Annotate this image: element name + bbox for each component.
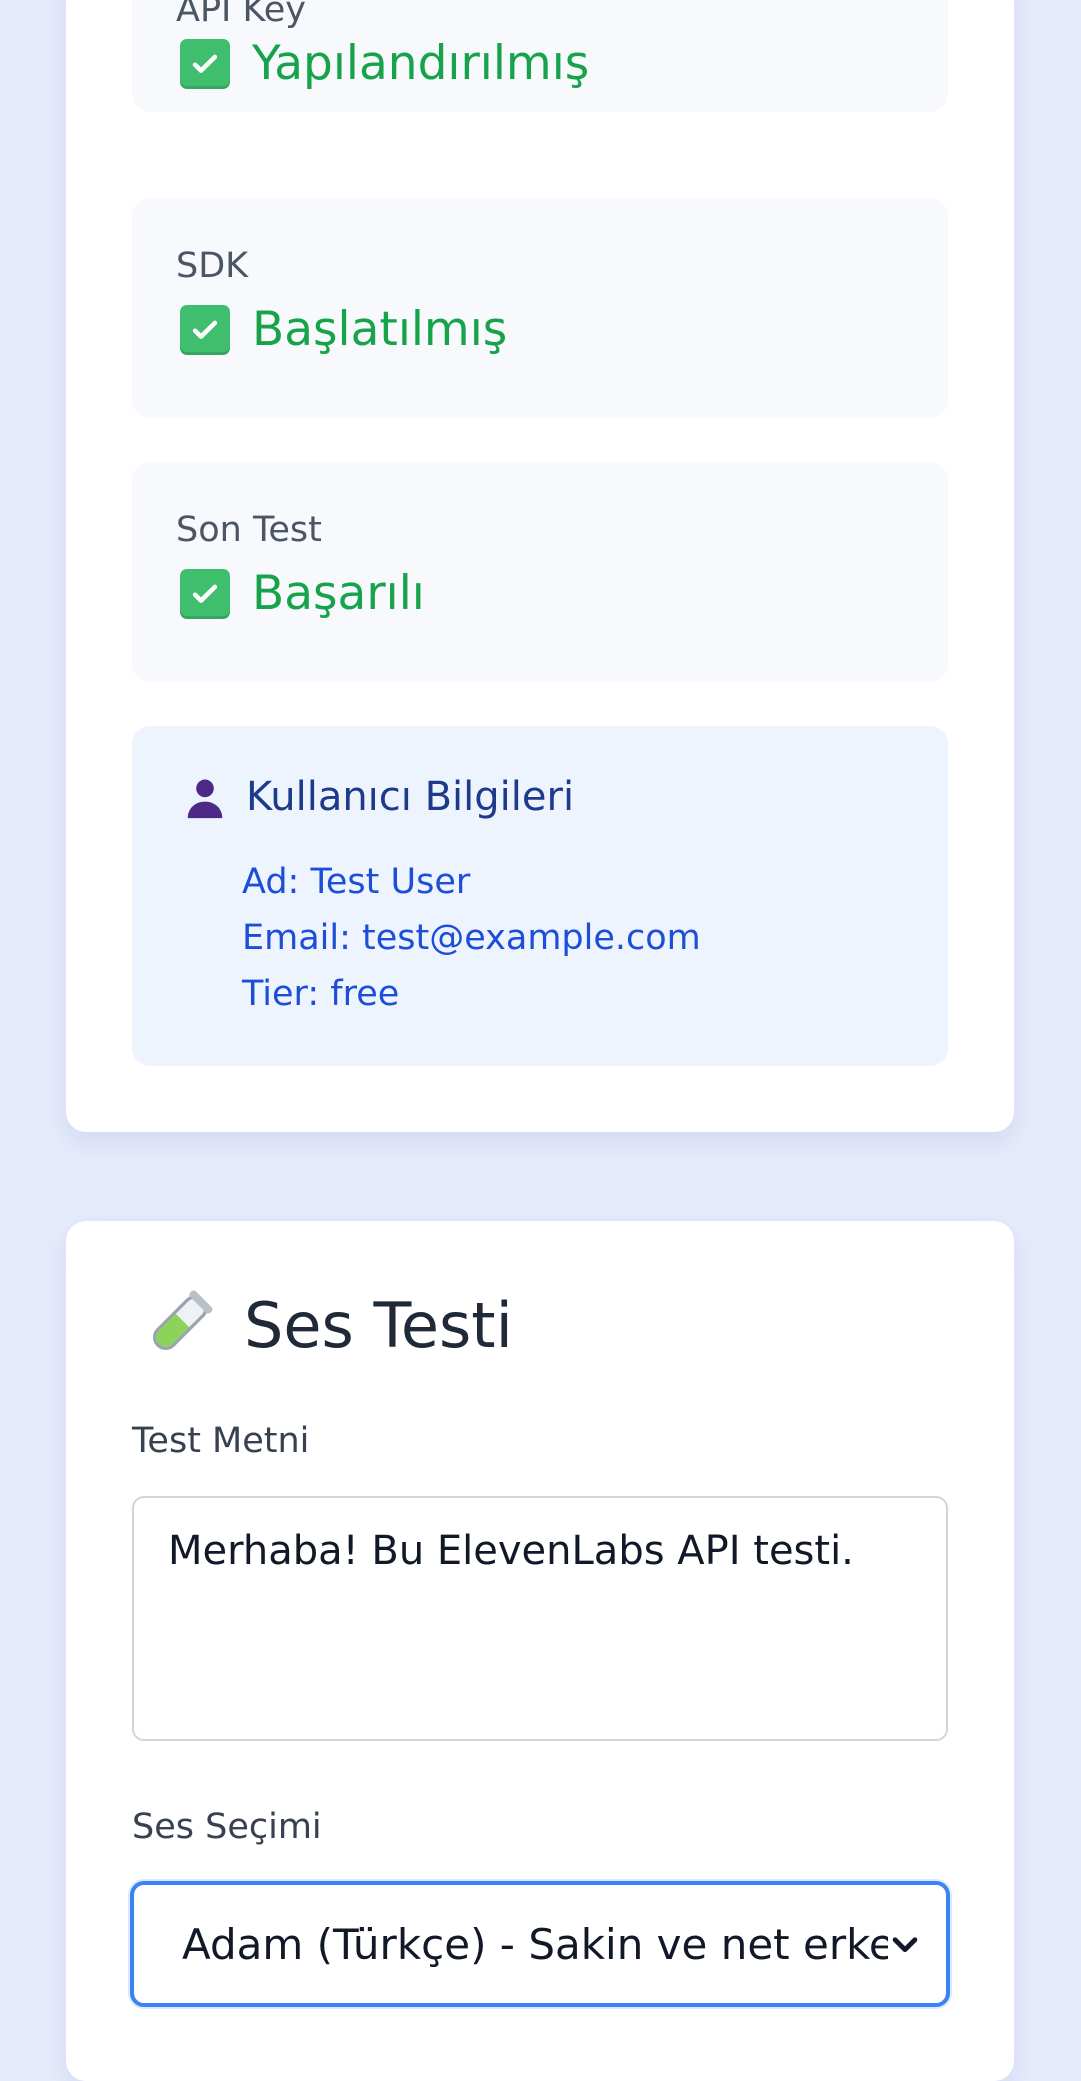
status-label-last-test: Son Test bbox=[176, 510, 322, 550]
check-mark-button-icon bbox=[180, 38, 230, 89]
status-label-sdk: SDK bbox=[176, 246, 249, 286]
user-info-name: Ad: Test User bbox=[242, 862, 471, 902]
user-info-tier: Tier: free bbox=[242, 974, 400, 1014]
status-value-text: Başlatılmış bbox=[252, 302, 508, 357]
voice-select[interactable]: Adam (Türkçe) - Sakin ve net erkek bbox=[130, 1881, 950, 2007]
chevron-down-icon bbox=[888, 1927, 922, 1961]
voice-select-label: Ses Seçimi bbox=[132, 1807, 322, 1847]
user-info-title-text: Kullanıcı Bilgileri bbox=[246, 774, 575, 820]
test-text-label: Test Metni bbox=[132, 1421, 310, 1461]
status-box-sdk: SDK Başlatılmış bbox=[132, 198, 948, 418]
user-info-box: Kullanıcı Bilgileri Ad: Test User Email:… bbox=[132, 726, 948, 1066]
voice-test-card: Ses Testi Test Metni Merhaba! Bu ElevenL… bbox=[66, 1221, 1014, 2081]
user-info-title: Kullanıcı Bilgileri bbox=[182, 774, 574, 820]
status-value-last-test: Başarılı bbox=[180, 566, 425, 621]
voice-select-value: Adam (Türkçe) - Sakin ve net erkek bbox=[182, 1919, 888, 1969]
voice-test-title: Ses Testi bbox=[140, 1287, 513, 1363]
test-tube-icon bbox=[140, 1287, 216, 1363]
status-box-last-test: Son Test Başarılı bbox=[132, 462, 948, 682]
test-text-input[interactable]: Merhaba! Bu ElevenLabs API testi. bbox=[132, 1496, 948, 1741]
status-value-api-key: Yapılandırılmış bbox=[180, 36, 589, 91]
status-value-text: Başarılı bbox=[252, 566, 425, 621]
check-mark-button-icon bbox=[180, 568, 230, 619]
status-box-api-key: API Key Yapılandırılmış bbox=[132, 0, 948, 112]
check-mark-button-icon bbox=[180, 304, 230, 355]
status-label-api-key: API Key bbox=[176, 0, 306, 30]
status-value-sdk: Başlatılmış bbox=[180, 302, 507, 357]
status-value-text: Yapılandırılmış bbox=[252, 36, 590, 91]
user-silhouette-icon bbox=[182, 774, 228, 820]
user-info-email: Email: test@example.com bbox=[242, 918, 701, 958]
voice-test-title-text: Ses Testi bbox=[244, 1288, 513, 1362]
status-card: API Key Yapılandırılmış SDK Başlatılmış … bbox=[66, 0, 1014, 1132]
